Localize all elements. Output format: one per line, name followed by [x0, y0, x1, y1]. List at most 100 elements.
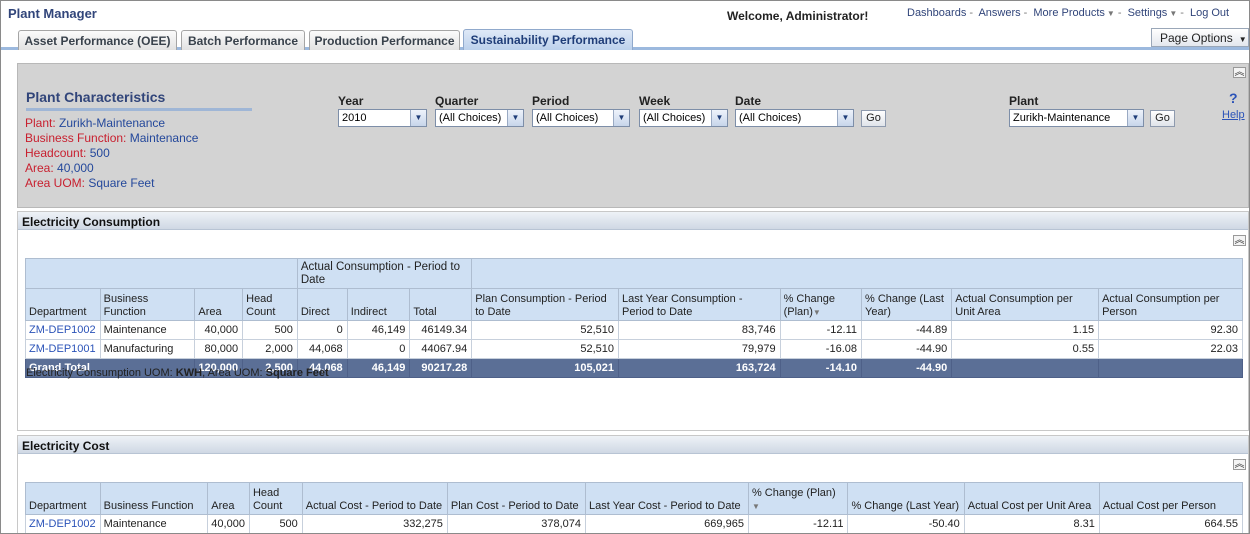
chevron-down-icon[interactable]: ▼ [613, 110, 629, 126]
plant-select[interactable]: Zurikh-Maintenance ▼ [1009, 109, 1144, 127]
sort-down-icon[interactable]: ▼ [752, 502, 760, 511]
column-header[interactable]: Actual Cost - Period to Date [301, 482, 448, 515]
column-header[interactable]: Direct [296, 288, 348, 321]
table-cell: 40,000 [207, 514, 250, 533]
chevron-down-icon[interactable]: ▼ [507, 110, 523, 126]
table-cell: -44.90 [860, 358, 953, 378]
column-header[interactable]: Business Function [99, 288, 196, 321]
help-link[interactable]: Help [1222, 109, 1245, 121]
column-header[interactable]: Head Count [248, 482, 303, 515]
table-cell: 0 [346, 339, 411, 359]
chevron-down-icon[interactable]: ▼ [711, 110, 727, 126]
year-label: Year [338, 94, 364, 108]
column-header[interactable]: Area [194, 288, 244, 321]
label: Area UOM: [25, 176, 86, 190]
collapse-icon[interactable]: ︽ [1233, 67, 1246, 78]
dashboards-link[interactable]: Dashboards [907, 7, 966, 19]
column-header[interactable]: Total [409, 288, 473, 321]
go-button[interactable]: Go [861, 110, 886, 127]
table-cell: 52,510 [471, 320, 620, 340]
characteristic-plant: Plant: Zurikh-Maintenance [25, 116, 165, 130]
period-select[interactable]: (All Choices) ▼ [532, 109, 630, 127]
selected-value: (All Choices) [439, 112, 502, 124]
chevron-down-icon[interactable]: ▼ [1107, 9, 1115, 18]
column-header[interactable]: Indirect [346, 288, 411, 321]
tab-production-performance[interactable]: Production Performance [309, 30, 460, 50]
electricity-consumption-table: Actual Consumption - Period to Date Depa… [24, 258, 1243, 378]
value: 500 [89, 146, 110, 160]
column-header[interactable]: Department [25, 482, 101, 515]
table-cell: 52,510 [471, 339, 620, 359]
table-cell: Manufacturing [99, 339, 196, 359]
column-header[interactable]: Business Function [99, 482, 209, 515]
app-header: Plant Manager Welcome, Administrator! Da… [1, 1, 1249, 29]
table-cell: 1.15 [951, 320, 1100, 340]
table-cell: 669,965 [585, 514, 749, 533]
header-spacer [25, 258, 298, 289]
collapse-icon[interactable]: ︽ [1233, 459, 1246, 470]
week-label: Week [639, 94, 671, 108]
department-link[interactable]: ZM-DEP1002 [25, 320, 101, 340]
table-cell: 40,000 [194, 320, 244, 340]
chevron-down-icon[interactable]: ▼ [410, 110, 426, 126]
help-icon[interactable]: ? [1229, 90, 1238, 106]
more-products-link[interactable]: More Products [1033, 7, 1105, 19]
column-header[interactable]: Department [25, 288, 101, 321]
section-title: Electricity Cost [18, 436, 1248, 454]
plant-go-button[interactable]: Go [1150, 110, 1175, 127]
selected-value: (All Choices) [536, 112, 599, 124]
electricity-cost-table: Department Business Function Area Head C… [25, 482, 1244, 533]
column-header[interactable]: Plan Cost - Period to Date [446, 482, 587, 515]
sort-down-icon[interactable]: ▼ [813, 308, 821, 317]
area-uom-value: Square Feet [265, 367, 329, 379]
column-header[interactable]: Last Year Cost - Period to Date [585, 482, 749, 515]
label: Plant: [25, 116, 56, 130]
table-cell: 92.30 [1098, 320, 1243, 340]
week-select[interactable]: (All Choices) ▼ [639, 109, 728, 127]
column-header[interactable]: Actual Cost per Person [1098, 482, 1244, 515]
date-select[interactable]: (All Choices) ▼ [735, 109, 854, 127]
uom-value: KWH [175, 367, 203, 379]
column-header-sorted[interactable]: % Change (Plan)▼ [747, 482, 849, 515]
table-cell: 2,000 [242, 339, 298, 359]
label: Area: [25, 161, 54, 175]
column-header[interactable]: Head Count [242, 288, 298, 321]
department-link[interactable]: ZM-DEP1002 [25, 514, 101, 533]
column-header-label: % Change (Plan) [783, 293, 835, 318]
column-header[interactable]: Area [207, 482, 250, 515]
tab-sustainability-performance[interactable]: Sustainability Performance [463, 29, 633, 50]
column-header[interactable]: Actual Cost per Unit Area [963, 482, 1100, 515]
value: Maintenance [129, 131, 199, 145]
column-header[interactable]: Plan Consumption - Period to Date [471, 288, 620, 321]
chevron-down-icon[interactable]: ▼ [1169, 9, 1177, 18]
table-cell: -12.11 [747, 514, 849, 533]
plant-label: Plant [1009, 94, 1039, 108]
tab-asset-performance[interactable]: Asset Performance (OEE) [18, 30, 177, 50]
column-header[interactable]: Actual Consumption per Person [1098, 288, 1243, 321]
table-cell: 22.03 [1098, 339, 1243, 359]
column-header[interactable]: Actual Consumption per Unit Area [951, 288, 1100, 321]
date-label: Date [735, 94, 762, 108]
year-select[interactable]: 2010 ▼ [338, 109, 427, 127]
tab-batch-performance[interactable]: Batch Performance [181, 30, 305, 50]
table-cell: -16.08 [779, 339, 863, 359]
uom-footnote: Electricity Consumption UOM: KWH, Area U… [26, 367, 329, 379]
collapse-icon[interactable]: ︽ [1233, 235, 1246, 246]
column-header[interactable]: Last Year Consumption - Period to Date [618, 288, 781, 321]
area-uom-label: , Area UOM: [202, 367, 263, 379]
log-out-link[interactable]: Log Out [1190, 7, 1229, 19]
column-header[interactable]: % Change (Last Year) [860, 288, 953, 321]
column-header[interactable]: % Change (Last Year) [847, 482, 965, 515]
chevron-down-icon[interactable]: ▼ [837, 110, 853, 126]
settings-link[interactable]: Settings [1128, 7, 1168, 19]
quarter-select[interactable]: (All Choices) ▼ [435, 109, 524, 127]
table-cell: 500 [248, 514, 303, 533]
department-link[interactable]: ZM-DEP1001 [25, 339, 101, 359]
column-header-sorted[interactable]: % Change (Plan)▼ [779, 288, 863, 321]
header-spacer [471, 258, 1243, 289]
table-cell: 0 [296, 320, 348, 340]
chevron-down-icon[interactable]: ▼ [1127, 110, 1143, 126]
separator: - [1117, 7, 1122, 19]
answers-link[interactable]: Answers [978, 7, 1020, 19]
page-options-button[interactable]: Page Options ▼ [1151, 28, 1249, 47]
